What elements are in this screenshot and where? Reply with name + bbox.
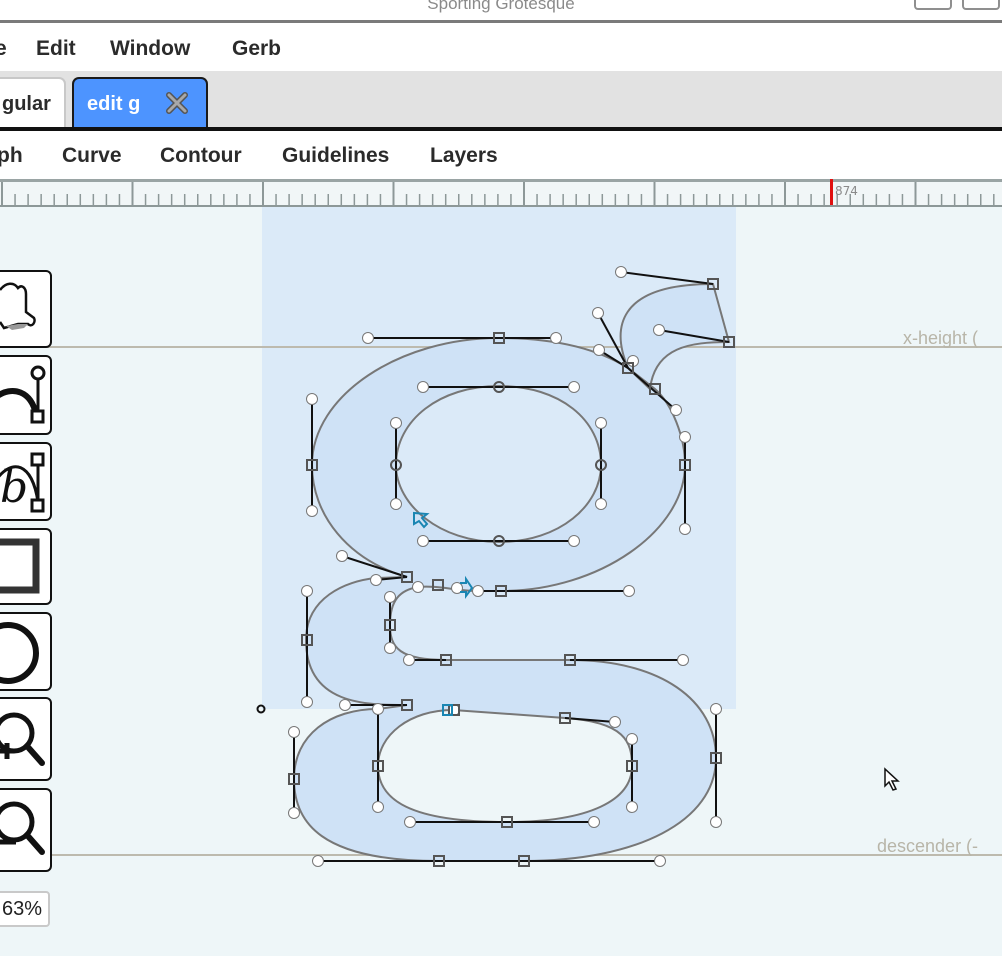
off-curve-point[interactable] bbox=[306, 393, 318, 405]
minimize-button[interactable] bbox=[914, 0, 952, 10]
glyph-canvas[interactable]: x-height ( descender (- bbox=[0, 207, 1002, 956]
off-curve-point[interactable] bbox=[384, 642, 396, 654]
off-curve-point[interactable] bbox=[288, 807, 300, 819]
off-curve-point[interactable] bbox=[623, 585, 635, 597]
x-height-label: x-height ( bbox=[903, 328, 979, 348]
menu-window[interactable]: Window bbox=[110, 37, 190, 61]
maximize-button[interactable] bbox=[962, 0, 1000, 10]
off-curve-point[interactable] bbox=[595, 498, 607, 510]
menu-bar: e Edit Window Gerb bbox=[0, 23, 1002, 71]
off-curve-point[interactable] bbox=[339, 699, 351, 711]
menu-layers[interactable]: Layers bbox=[430, 144, 498, 168]
title-bar: Sporting Grotesque bbox=[0, 0, 1002, 23]
mouse-cursor-icon bbox=[884, 767, 900, 791]
descender-label: descender (- bbox=[877, 836, 979, 856]
off-curve-point[interactable] bbox=[312, 855, 324, 867]
bezier-tool-button[interactable]: b bbox=[0, 442, 52, 521]
off-curve-point[interactable] bbox=[372, 801, 384, 813]
tab-label: edit g bbox=[87, 93, 141, 115]
bezier-b-icon: b bbox=[0, 452, 45, 513]
tab-bar: gular edit g bbox=[0, 71, 1002, 129]
hand-icon bbox=[0, 282, 36, 330]
hand-tool-button[interactable] bbox=[0, 270, 52, 348]
zoom-out-icon bbox=[0, 801, 45, 855]
menu-gerb[interactable]: Gerb bbox=[232, 37, 281, 61]
ruler-cursor-value: 874 bbox=[835, 184, 858, 198]
rectangle-icon bbox=[0, 538, 40, 594]
off-curve-point[interactable] bbox=[417, 381, 429, 393]
off-curve-point[interactable] bbox=[626, 801, 638, 813]
off-curve-point[interactable] bbox=[390, 498, 402, 510]
menu-glyph[interactable]: ph bbox=[0, 144, 23, 168]
zoom-out-tool-button[interactable] bbox=[0, 788, 52, 872]
tab-font-regular[interactable]: gular bbox=[0, 77, 66, 127]
off-curve-point[interactable] bbox=[288, 726, 300, 738]
off-curve-point[interactable] bbox=[384, 591, 396, 603]
off-curve-point[interactable] bbox=[448, 704, 460, 716]
off-curve-point[interactable] bbox=[609, 716, 621, 728]
glyph-editor-svg[interactable] bbox=[0, 207, 1002, 956]
off-curve-point[interactable] bbox=[654, 855, 666, 867]
off-curve-point[interactable] bbox=[370, 574, 382, 586]
tab-label: gular bbox=[2, 93, 51, 115]
off-curve-point[interactable] bbox=[593, 344, 605, 356]
zoom-in-icon bbox=[0, 712, 45, 766]
rectangle-tool-button[interactable] bbox=[0, 528, 52, 605]
zoom-in-tool-button[interactable] bbox=[0, 697, 52, 781]
off-curve-point[interactable] bbox=[472, 585, 484, 597]
menu-edit[interactable]: Edit bbox=[36, 37, 76, 61]
off-curve-point[interactable] bbox=[568, 535, 580, 547]
zoom-level-field[interactable]: 63% bbox=[0, 891, 50, 927]
off-curve-point[interactable] bbox=[595, 417, 607, 429]
off-curve-point[interactable] bbox=[306, 505, 318, 517]
ruler-cursor-marker bbox=[830, 179, 833, 205]
off-curve-point[interactable] bbox=[412, 581, 424, 593]
off-curve-point[interactable] bbox=[679, 523, 691, 535]
menu-contour[interactable]: Contour bbox=[160, 144, 242, 168]
off-curve-point[interactable] bbox=[301, 696, 313, 708]
off-curve-point[interactable] bbox=[653, 324, 665, 336]
ellipse-icon bbox=[0, 622, 39, 684]
ellipse-tool-button[interactable] bbox=[0, 612, 52, 691]
menu-curve[interactable]: Curve bbox=[62, 144, 122, 168]
off-curve-point[interactable] bbox=[670, 404, 682, 416]
off-curve-point[interactable] bbox=[626, 733, 638, 745]
off-curve-point[interactable] bbox=[301, 585, 313, 597]
off-curve-point[interactable] bbox=[710, 816, 722, 828]
off-curve-point[interactable] bbox=[568, 381, 580, 393]
off-curve-point[interactable] bbox=[390, 417, 402, 429]
off-curve-point[interactable] bbox=[592, 307, 604, 319]
tab-edit-g[interactable]: edit g bbox=[72, 77, 208, 127]
off-curve-point[interactable] bbox=[550, 332, 562, 344]
off-curve-point[interactable] bbox=[404, 816, 416, 828]
close-icon[interactable] bbox=[165, 91, 189, 115]
pen-tool-button[interactable] bbox=[0, 355, 52, 435]
editor-menu-bar: ph Curve Contour Guidelines Layers bbox=[0, 131, 1002, 179]
off-curve-point[interactable] bbox=[677, 654, 689, 666]
window-title: Sporting Grotesque bbox=[427, 0, 575, 13]
off-curve-point[interactable] bbox=[710, 703, 722, 715]
pen-curve-icon bbox=[0, 365, 46, 424]
menu-file[interactable]: e bbox=[0, 37, 7, 61]
off-curve-point[interactable] bbox=[362, 332, 374, 344]
off-curve-point[interactable] bbox=[372, 703, 384, 715]
off-curve-point[interactable] bbox=[336, 550, 348, 562]
menu-guidelines[interactable]: Guidelines bbox=[282, 144, 389, 168]
horizontal-ruler[interactable]: 874 bbox=[0, 179, 1002, 207]
off-curve-point[interactable] bbox=[588, 816, 600, 828]
off-curve-point[interactable] bbox=[403, 654, 415, 666]
off-curve-point[interactable] bbox=[615, 266, 627, 278]
off-curve-point[interactable] bbox=[679, 431, 691, 443]
off-curve-point[interactable] bbox=[417, 535, 429, 547]
